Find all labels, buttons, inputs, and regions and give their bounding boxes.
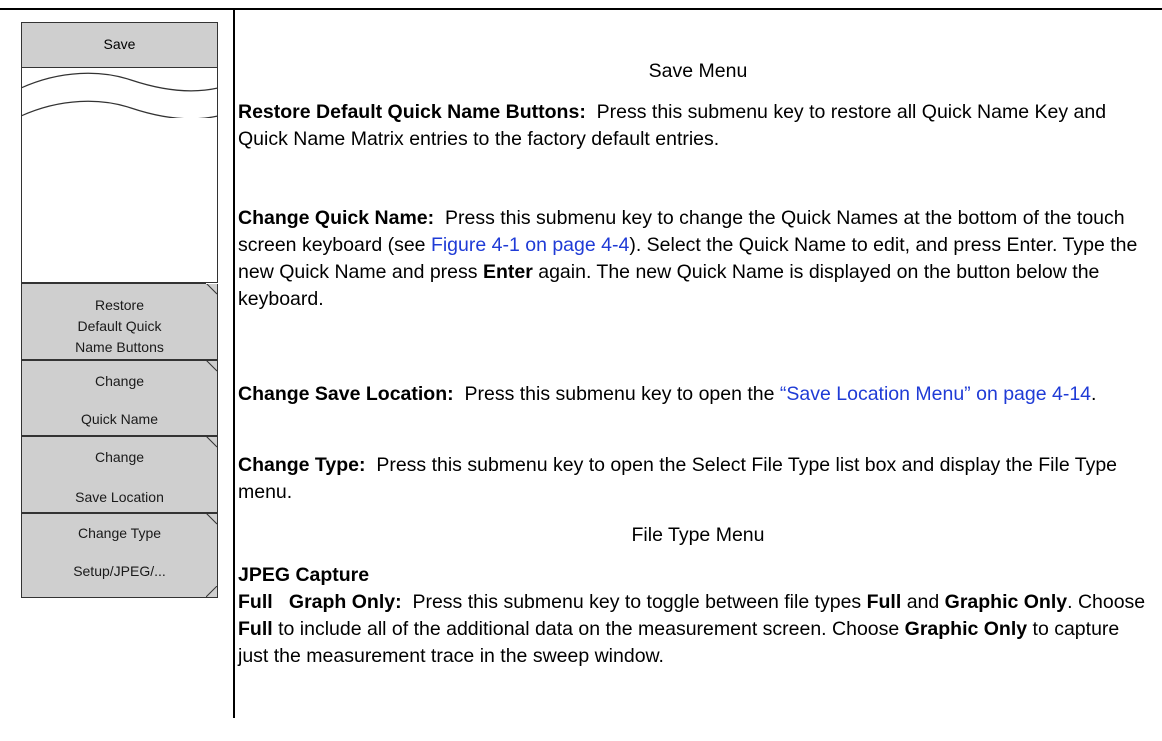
change-save-location-paragraph: Change Save Location: Press this submenu… bbox=[238, 381, 1153, 408]
full-graph-text: Press this submenu key to toggle between… bbox=[412, 591, 867, 613]
menu-break-icon bbox=[21, 68, 218, 120]
full-graph-text: . Choose bbox=[1067, 591, 1146, 613]
corner-icon bbox=[206, 436, 218, 448]
enter-term: Enter bbox=[482, 261, 533, 283]
restore-term: Restore Default Quick Name Buttons: bbox=[238, 101, 586, 123]
change-type-term: Change Type: bbox=[238, 454, 366, 476]
file-type-caption: File Type Menu bbox=[631, 524, 765, 546]
corner-icon bbox=[206, 513, 218, 525]
change-quick-name-key[interactable]: Change Quick Name bbox=[21, 360, 218, 436]
graphic-only-term: Graphic Only bbox=[944, 591, 1068, 613]
key-label-line: Change bbox=[94, 449, 145, 465]
change-save-location-term: Change Save Location: bbox=[238, 383, 454, 405]
menu-empty-area bbox=[21, 118, 218, 283]
figure-link[interactable]: Figure 4-1 on page 4-4 bbox=[431, 234, 629, 256]
change-save-location-text: Press this submenu key to open the bbox=[464, 383, 780, 405]
change-quick-name-paragraph: Change Quick Name: Press this submenu ke… bbox=[238, 205, 1153, 313]
change-type-key[interactable]: Change Type Setup/JPEG/... bbox=[21, 513, 218, 598]
full-term: Full bbox=[866, 591, 902, 613]
period: . bbox=[1091, 383, 1097, 405]
change-type-text: Press this submenu key to open the Selec… bbox=[238, 454, 1118, 503]
key-label-line: Save Location bbox=[75, 489, 164, 505]
full-term: Full bbox=[238, 618, 273, 640]
change-save-location-key[interactable]: Change Save Location bbox=[21, 436, 218, 513]
full-graph-text: to include all of the additional data on… bbox=[272, 618, 905, 640]
menu-title-key: Save bbox=[21, 22, 218, 68]
key-label-line: Name Buttons bbox=[75, 339, 164, 355]
full-graph-text: and bbox=[906, 591, 945, 613]
jpeg-capture-heading: JPEG Capture bbox=[238, 564, 370, 586]
menu-title: Save bbox=[103, 36, 136, 52]
corner-icon bbox=[206, 360, 218, 372]
key-label-line: Change Type bbox=[77, 525, 162, 541]
full-graph-paragraph: Full Graph Only: Press this submenu key … bbox=[238, 589, 1153, 670]
save-menu-illustration: Save Restore Default Quick Name Buttons … bbox=[0, 0, 234, 741]
save-location-link[interactable]: “Save Location Menu” on page 4-14 bbox=[780, 383, 1091, 405]
restore-default-quick-name-key[interactable]: Restore Default Quick Name Buttons bbox=[21, 283, 218, 360]
restore-paragraph: Restore Default Quick Name Buttons: Pres… bbox=[238, 99, 1153, 153]
full-graph-term: Full Graph Only: bbox=[238, 591, 402, 613]
graphic-only-term: Graphic Only bbox=[904, 618, 1028, 640]
corner-icon bbox=[206, 283, 218, 295]
key-label-line: Setup/JPEG/... bbox=[73, 563, 166, 579]
change-quick-name-term: Change Quick Name: bbox=[238, 207, 435, 229]
key-label-line: Restore bbox=[94, 297, 145, 313]
corner-icon bbox=[206, 586, 218, 598]
key-label-line: Change bbox=[94, 373, 145, 389]
key-label-line: Default Quick bbox=[77, 318, 162, 334]
key-label-line: Quick Name bbox=[80, 411, 159, 427]
change-type-paragraph: Change Type: Press this submenu key to o… bbox=[238, 452, 1153, 506]
jpeg-heading: JPEG Capture bbox=[238, 562, 1153, 589]
save-menu-caption: Save Menu bbox=[648, 60, 748, 82]
